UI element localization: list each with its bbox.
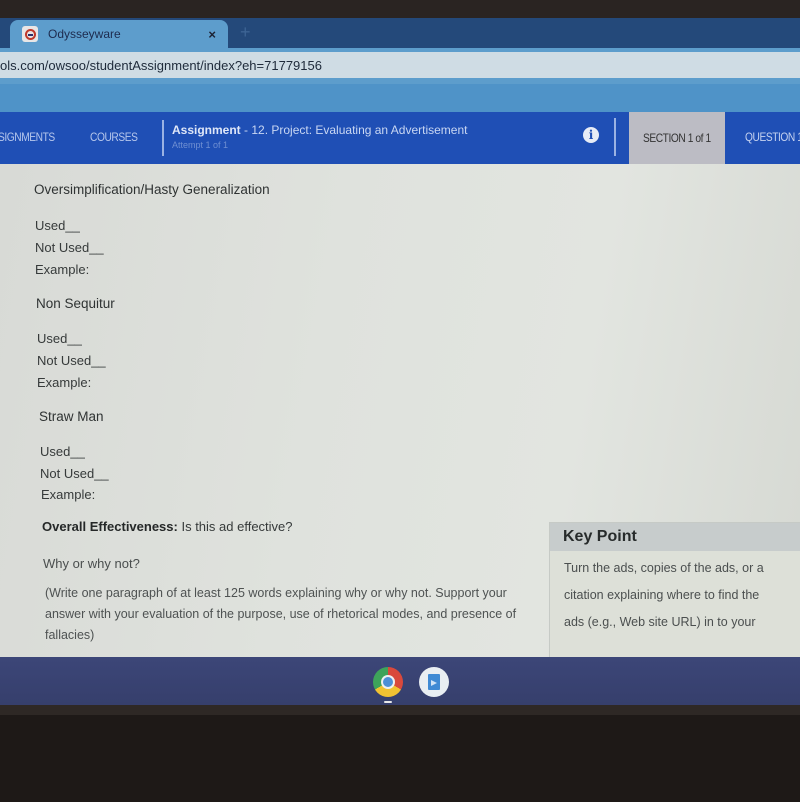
key-point-line: citation explaining where to find the bbox=[564, 588, 760, 602]
overall-question: Is this ad effective? bbox=[177, 519, 293, 534]
fallacy-heading: Oversimplification/Hasty Generalization bbox=[34, 182, 270, 197]
nav-assignments[interactable]: SIGNMENTS bbox=[0, 130, 55, 144]
overall-label: Overall Effectiveness: bbox=[42, 519, 178, 534]
nav-divider bbox=[614, 118, 616, 156]
example-label: Example: bbox=[37, 375, 92, 390]
key-point-line: Turn the ads, copies of the ads, or a bbox=[564, 561, 764, 575]
why-prompt: Why or why not? bbox=[43, 556, 140, 571]
attempt-label: Attempt 1 of 1 bbox=[172, 140, 229, 150]
monitor-bezel-edge bbox=[0, 705, 800, 715]
monitor-bezel-top bbox=[0, 0, 800, 20]
instructions-paragraph: (Write one paragraph of at least 125 wor… bbox=[45, 586, 517, 642]
url-text[interactable]: ols.com/owsoo/studentAssignment/index?eh… bbox=[0, 58, 322, 73]
tab-title: Odysseyware bbox=[48, 27, 121, 41]
browser-tabstrip: Odysseyware × + bbox=[0, 18, 800, 48]
example-label: Example: bbox=[35, 262, 90, 277]
used-label: Used__ bbox=[37, 331, 82, 346]
running-indicator bbox=[384, 701, 392, 703]
chrome-icon[interactable] bbox=[373, 667, 403, 697]
assignment-title: Assignment - 12. Project: Evaluating an … bbox=[172, 123, 467, 137]
app-navigation-bar: SIGNMENTS COURSES Assignment - 12. Proje… bbox=[0, 112, 800, 164]
browser-tab-odysseyware[interactable]: Odysseyware × bbox=[10, 20, 228, 48]
assignment-label: Assignment bbox=[172, 123, 241, 137]
section-label: SECTION 1 of 1 bbox=[643, 131, 711, 145]
key-point-line: ads (e.g., Web site URL) in to your bbox=[564, 615, 756, 629]
nav-divider bbox=[162, 120, 164, 156]
close-tab-icon[interactable]: × bbox=[208, 27, 216, 42]
overall-effectiveness-prompt: Overall Effectiveness: Is this ad effect… bbox=[42, 519, 293, 534]
browser-toolbar: ols.com/owsoo/studentAssignment/index?eh… bbox=[0, 48, 800, 84]
assignment-name: - 12. Project: Evaluating an Advertiseme… bbox=[240, 123, 468, 137]
odysseyware-favicon-icon bbox=[22, 26, 38, 42]
monitor-bezel-bottom bbox=[0, 705, 800, 802]
used-label: Used__ bbox=[35, 218, 80, 233]
question-tab[interactable]: QUESTION 1 o bbox=[745, 130, 800, 144]
example-label: Example: bbox=[41, 487, 96, 502]
os-shelf bbox=[0, 657, 800, 705]
files-icon[interactable] bbox=[419, 667, 449, 697]
used-label: Used__ bbox=[40, 444, 85, 459]
new-tab-button[interactable]: + bbox=[240, 22, 251, 43]
fallacy-heading: Straw Man bbox=[39, 409, 104, 424]
fallacy-heading: Non Sequitur bbox=[36, 296, 115, 311]
section-tab[interactable]: SECTION 1 of 1 bbox=[629, 112, 725, 164]
not-used-label: Not Used__ bbox=[40, 466, 109, 481]
not-used-label: Not Used__ bbox=[35, 240, 104, 255]
page-header-strip bbox=[0, 84, 800, 112]
assignment-content: Oversimplification/Hasty Generalization … bbox=[0, 164, 800, 659]
key-point-panel: Key Point Turn the ads, copies of the ad… bbox=[549, 522, 800, 659]
info-icon[interactable]: i bbox=[583, 127, 599, 143]
key-point-title: Key Point bbox=[550, 523, 800, 551]
nav-courses[interactable]: COURSES bbox=[90, 130, 138, 144]
key-point-body: Turn the ads, copies of the ads, or a ci… bbox=[550, 551, 800, 636]
not-used-label: Not Used__ bbox=[37, 353, 106, 368]
address-bar[interactable]: ols.com/owsoo/studentAssignment/index?eh… bbox=[0, 52, 800, 78]
